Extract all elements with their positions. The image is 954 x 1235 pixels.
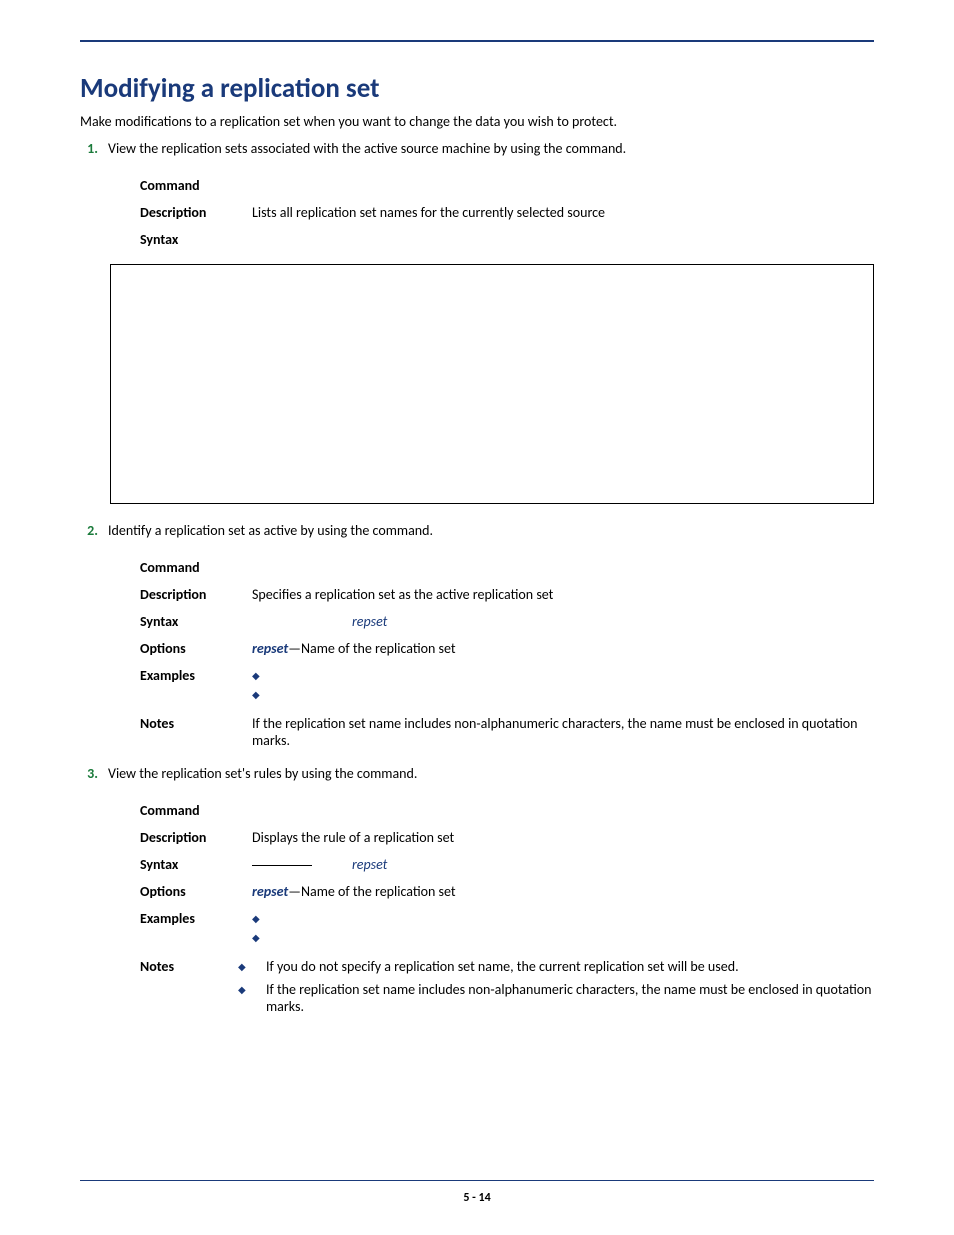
code-box [110, 264, 874, 504]
examples-value [252, 667, 874, 705]
notes-value: If you do not specify a replication set … [252, 958, 874, 1021]
top-rule [80, 40, 874, 42]
notes-value: If the replication set name includes non… [252, 715, 874, 749]
notes-label: Notes [140, 958, 252, 975]
command-block-2: Command Description Specifies a replicat… [140, 559, 874, 749]
step-1-pre: View the replication sets associated wit… [108, 140, 566, 157]
options-value: repset—Name of the replication set [252, 640, 874, 657]
example-bullet [252, 667, 874, 684]
description-label: Description [140, 586, 252, 603]
page: Modifying a replication set Make modific… [0, 0, 954, 1235]
examples-value [252, 910, 874, 948]
notes-label: Notes [140, 715, 252, 732]
step-number: 2. [80, 522, 108, 539]
notes-bullet-1: If you do not specify a replication set … [252, 958, 874, 975]
example-bullet [252, 910, 874, 927]
step-3-post: command. [357, 765, 418, 782]
syntax-var: repset [352, 856, 387, 873]
step-2: 2. Identify a replication set as active … [80, 522, 874, 539]
syntax-var: repset [352, 613, 387, 630]
description-label: Description [140, 204, 252, 221]
page-number: 5 - 14 [0, 1191, 954, 1205]
bottom-rule [80, 1180, 874, 1181]
step-text: View the replication set's rules by usin… [108, 765, 874, 782]
notes-bullet-2: If the replication set name includes non… [252, 981, 874, 1015]
examples-label: Examples [140, 910, 252, 927]
options-label: Options [140, 883, 252, 900]
options-var: repset [252, 640, 288, 657]
step-text: View the replication sets associated wit… [108, 140, 874, 157]
command-label: Command [140, 177, 252, 194]
syntax-blank [252, 865, 312, 866]
options-text: —Name of the replication set [288, 883, 455, 900]
step-number: 1. [80, 140, 108, 157]
syntax-label: Syntax [140, 231, 252, 248]
description-value: Lists all replication set names for the … [252, 204, 874, 221]
step-number: 3. [80, 765, 108, 782]
step-3: 3. View the replication set's rules by u… [80, 765, 874, 782]
example-bullet [252, 686, 874, 703]
syntax-label: Syntax [140, 856, 252, 873]
command-block-3: Command Description Displays the rule of… [140, 802, 874, 1021]
example-bullet [252, 929, 874, 946]
command-block-1: Command Description Lists all replicatio… [140, 177, 874, 248]
command-label: Command [140, 802, 252, 819]
intro-text: Make modifications to a replication set … [80, 113, 874, 130]
description-label: Description [140, 829, 252, 846]
step-1-post: command. [566, 140, 627, 157]
step-3-pre: View the replication set's rules by usin… [108, 765, 357, 782]
options-var: repset [252, 883, 288, 900]
command-label: Command [140, 559, 252, 576]
description-value: Specifies a replication set as the activ… [252, 586, 874, 603]
page-title: Modifying a replication set [80, 72, 874, 105]
description-value: Displays the rule of a replication set [252, 829, 874, 846]
step-2-post: command. [373, 522, 434, 539]
options-value: repset—Name of the replication set [252, 883, 874, 900]
options-label: Options [140, 640, 252, 657]
step-1: 1. View the replication sets associated … [80, 140, 874, 157]
syntax-label: Syntax [140, 613, 252, 630]
syntax-value: repset [252, 613, 874, 630]
syntax-value: repset [252, 856, 874, 873]
step-2-pre: Identify a replication set as active by … [108, 522, 373, 539]
options-text: —Name of the replication set [288, 640, 455, 657]
examples-label: Examples [140, 667, 252, 684]
step-text: Identify a replication set as active by … [108, 522, 874, 539]
